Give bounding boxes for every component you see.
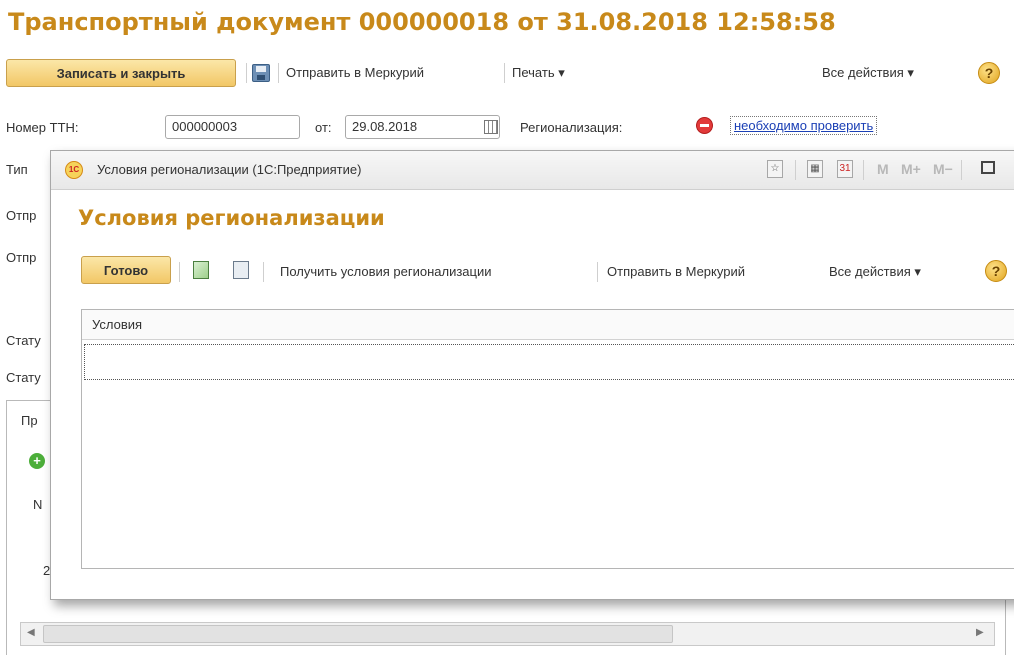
date-value: 29.08.2018	[352, 119, 418, 134]
memory-minus-button[interactable]: M−	[933, 161, 953, 177]
window-title: Условия регионализации (1С:Предприятие)	[97, 162, 362, 177]
calendar-icon[interactable]: 31	[837, 160, 853, 178]
date-label: от:	[315, 120, 332, 135]
sender-enterprise-label: Отпр	[6, 250, 37, 265]
modal-heading: Условия регионализации	[78, 206, 385, 230]
sender-label: Отпр	[6, 208, 37, 223]
status-label: Стату	[6, 333, 41, 348]
form-toolbar: Записать и закрыть Отправить в Меркурий …	[6, 59, 1006, 89]
regionalization-label: Регионализация:	[520, 120, 623, 135]
document-title: Транспортный документ 000000018 от 31.08…	[8, 8, 836, 36]
toolbar-separator	[278, 63, 279, 83]
column-header-conditions[interactable]: Условия	[82, 310, 1014, 340]
modal-toolbar: Готово Получить условия регионализации О…	[81, 254, 1014, 288]
ttn-number-input[interactable]: 000000003	[165, 115, 300, 139]
help-icon[interactable]: ?	[978, 62, 1000, 84]
send-to-mercury-button[interactable]: Отправить в Меркурий	[286, 65, 424, 80]
status-label-2: Стату	[6, 370, 41, 385]
calendar-icon[interactable]	[484, 120, 498, 134]
titlebar-separator	[863, 160, 864, 180]
all-actions-menu[interactable]: Все действия ▾	[822, 65, 914, 81]
send-to-mercury-button[interactable]: Отправить в Меркурий	[607, 264, 745, 279]
ttn-number-label: Номер ТТН:	[6, 120, 79, 135]
all-actions-menu[interactable]: Все действия ▾	[829, 264, 921, 280]
table-row[interactable]	[84, 344, 1014, 380]
scroll-thumb[interactable]	[43, 625, 673, 643]
window-titlebar[interactable]: 1C Условия регионализации (1С:Предприяти…	[51, 151, 1014, 190]
save-and-close-button[interactable]: Записать и закрыть	[6, 59, 236, 87]
toolbar-separator	[179, 262, 180, 282]
scroll-left-arrow-icon[interactable]: ◀	[27, 627, 35, 638]
memory-plus-button[interactable]: M+	[901, 161, 921, 177]
calculator-icon[interactable]: ▦	[807, 160, 823, 178]
maximize-icon[interactable]	[981, 161, 995, 174]
titlebar-separator	[795, 160, 796, 180]
horizontal-scrollbar[interactable]: ◀ ▶	[20, 622, 995, 646]
add-icon[interactable]: +	[29, 453, 45, 469]
scroll-right-arrow-icon[interactable]: ▶	[976, 627, 984, 638]
titlebar-separator	[961, 160, 962, 180]
check-all-icon[interactable]	[193, 261, 209, 279]
conditions-table[interactable]: Условия	[81, 309, 1014, 569]
tab-products[interactable]: Пр	[21, 413, 38, 428]
error-status-icon	[696, 117, 713, 134]
regionalization-status-text[interactable]: необходимо проверить	[730, 116, 878, 135]
save-icon[interactable]	[252, 64, 270, 82]
regionalization-status-link[interactable]: необходимо проверить	[730, 116, 878, 135]
toolbar-separator	[597, 262, 598, 282]
app-1c-icon: 1C	[65, 161, 83, 179]
table-header-number: N	[33, 497, 43, 512]
favorites-icon[interactable]: ☆	[767, 160, 783, 178]
help-icon[interactable]: ?	[985, 260, 1007, 282]
type-label: Тип	[6, 162, 28, 177]
done-button[interactable]: Готово	[81, 256, 171, 284]
uncheck-all-icon[interactable]	[233, 261, 249, 279]
date-input[interactable]: 29.08.2018	[345, 115, 500, 139]
print-menu-button[interactable]: Печать ▾	[512, 65, 565, 81]
toolbar-separator	[263, 262, 264, 282]
memory-button[interactable]: M	[877, 161, 889, 177]
toolbar-separator	[504, 63, 505, 83]
regionalization-conditions-window: 1C Условия регионализации (1С:Предприяти…	[50, 150, 1014, 600]
get-conditions-button[interactable]: Получить условия регионализации	[280, 264, 492, 279]
toolbar-separator	[246, 63, 247, 83]
